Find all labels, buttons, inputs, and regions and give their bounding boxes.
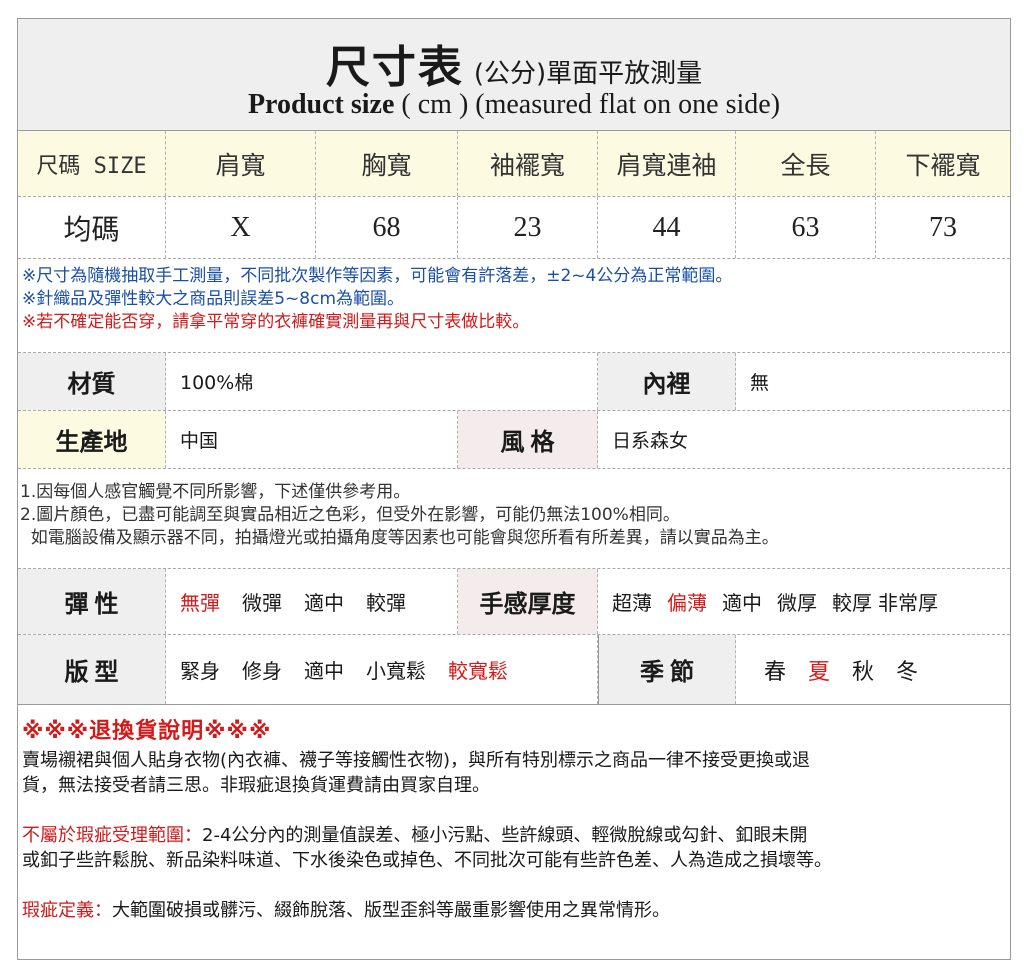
size-header-shoulder: 肩寬: [166, 131, 316, 196]
size-table-header: 尺碼 SIZE 肩寬 胸寬 袖襬寬 肩寬連袖 全長 下襬寬: [18, 131, 1010, 197]
thickness-option: 偏薄: [667, 591, 707, 615]
thickness-option: 超薄: [612, 591, 652, 615]
fit-options: 緊身 修身 適中 小寬鬆 較寬鬆: [166, 635, 598, 704]
size-header-chest: 胸寬: [316, 131, 458, 196]
non-defect-label: 不屬於瑕疵受理範圍：: [22, 825, 202, 846]
returns-title: ※※※退換貨說明※※※: [22, 719, 272, 744]
size-cell-size: 均碼: [18, 197, 166, 258]
season-option: 春: [764, 659, 787, 685]
elasticity-options: 無彈 微彈 適中 較彈: [166, 569, 458, 634]
thickness-option: 非常厚: [878, 591, 938, 615]
returns-paragraph-3: 瑕疵定義：大範圍破損或髒污、綴飾脫落、版型歪斜等嚴重影響使用之異常情形。: [22, 900, 670, 921]
size-header-hem: 下襬寬: [876, 131, 1010, 196]
fit-option: 修身: [242, 659, 282, 683]
season-option: 夏: [808, 659, 831, 685]
elasticity-option: 較彈: [366, 591, 406, 615]
page-title: 尺寸表: [325, 42, 464, 93]
returns-paragraph-1: 賣場襯裙與個人貼身衣物(內衣褲、襪子等接觸性衣物)，與所有特別標示之商品一律不接…: [22, 750, 811, 796]
fit-label: 版 型: [18, 635, 166, 704]
thickness-option: 微厚: [777, 591, 817, 615]
size-header-shoulder-sleeve: 肩寬連袖: [598, 131, 736, 196]
season-label: 季 節: [598, 635, 736, 704]
note-line-3: ※若不確定能否穿，請拿平常穿的衣褲確實測量再與尺寸表做比較。: [22, 312, 530, 332]
season-option: 冬: [896, 659, 919, 685]
remark-line-2: 2.圖片顏色，已盡可能調至與實品相近之色彩，但受外在影響，可能仍無法100%相同…: [20, 505, 680, 525]
size-header-size: 尺碼 SIZE: [18, 131, 166, 196]
page-title-note: (公分)單面平放測量: [473, 59, 703, 89]
fit-option: 適中: [304, 659, 344, 683]
measurement-notes: ※尺寸為隨機抽取手工測量，不同批次製作等因素，可能會有許落差，±2~4公分為正常…: [18, 259, 1010, 353]
elasticity-row: 彈 性 無彈 微彈 適中 較彈 手感厚度 超薄 偏薄 適中 微厚 較厚 非常厚: [18, 569, 1010, 635]
chart-header: 尺寸表 (公分)單面平放測量 Product size ( cm ) (measu…: [18, 19, 1010, 131]
thickness-label: 手感厚度: [458, 569, 598, 634]
thickness-option: 適中: [722, 591, 762, 615]
note-line-1: ※尺寸為隨機抽取手工測量，不同批次製作等因素，可能會有許落差，±2~4公分為正常…: [22, 266, 733, 286]
size-cell-shoulder: X: [166, 197, 316, 258]
remarks: 1.因每個人感官觸覺不同所影響，下述僅供參考用。 2.圖片顏色，已盡可能調至與實…: [18, 469, 1010, 569]
thickness-option: 較厚: [832, 591, 872, 615]
size-chart-sheet: 尺寸表 (公分)單面平放測量 Product size ( cm ) (measu…: [17, 18, 1011, 960]
origin-value: 中国: [166, 411, 458, 468]
returns-paragraph-2: 不屬於瑕疵受理範圍：2-4公分內的測量值誤差、極小污點、些許線頭、輕微脫線或勾針…: [22, 825, 832, 871]
elasticity-label: 彈 性: [18, 569, 166, 634]
size-cell-chest: 68: [316, 197, 458, 258]
elasticity-option: 無彈: [180, 591, 220, 615]
size-cell-cuff: 23: [458, 197, 598, 258]
style-label: 風 格: [458, 411, 598, 468]
thickness-options: 超薄 偏薄 適中 微厚 較厚 非常厚: [598, 569, 1010, 634]
size-header-length: 全長: [736, 131, 876, 196]
size-header-cuff: 袖襬寬: [458, 131, 598, 196]
size-table-row: 均碼 X 68 23 44 63 73: [18, 197, 1010, 259]
material-label: 材質: [18, 353, 166, 410]
elasticity-option: 微彈: [242, 591, 282, 615]
returns-policy: ※※※退換貨說明※※※ 賣場襯裙與個人貼身衣物(內衣褲、襪子等接觸性衣物)，與所…: [18, 705, 1010, 961]
elasticity-option: 適中: [304, 591, 344, 615]
size-cell-hem: 73: [929, 211, 957, 243]
lining-value: 無: [750, 372, 770, 394]
season-options: 春 夏 秋 冬: [736, 635, 1010, 704]
origin-row: 生產地 中国 風 格 日系森女: [18, 411, 1010, 469]
fit-option: 小寬鬆: [366, 659, 426, 683]
lining-label: 內裡: [598, 353, 736, 410]
material-row: 材質 100%棉 內裡 無: [18, 353, 1010, 411]
fit-row: 版 型 緊身 修身 適中 小寬鬆 較寬鬆 季 節 春 夏 秋 冬: [18, 635, 1010, 705]
defect-definition-label: 瑕疵定義：: [22, 900, 112, 921]
remark-line-3: 如電腦設備及顯示器不同，拍攝燈光或拍攝角度等因素也可能會與您所看有所差異，請以實…: [20, 528, 779, 548]
season-option: 秋: [852, 659, 875, 685]
size-cell-shoulder-sleeve: 44: [598, 197, 736, 258]
origin-label: 生產地: [18, 411, 166, 468]
size-cell-length: 63: [736, 197, 876, 258]
fit-option: 較寬鬆: [448, 659, 508, 683]
material-value: 100%棉: [166, 353, 598, 410]
fit-option: 緊身: [180, 659, 220, 683]
remark-line-1: 1.因每個人感官觸覺不同所影響，下述僅供參考用。: [20, 482, 411, 502]
note-line-2: ※針織品及彈性較大之商品則誤差5~8cm為範圍。: [22, 289, 405, 309]
style-value: 日系森女: [612, 430, 689, 452]
page-subtitle: Product size ( cm ) (measured flat on on…: [247, 89, 781, 120]
